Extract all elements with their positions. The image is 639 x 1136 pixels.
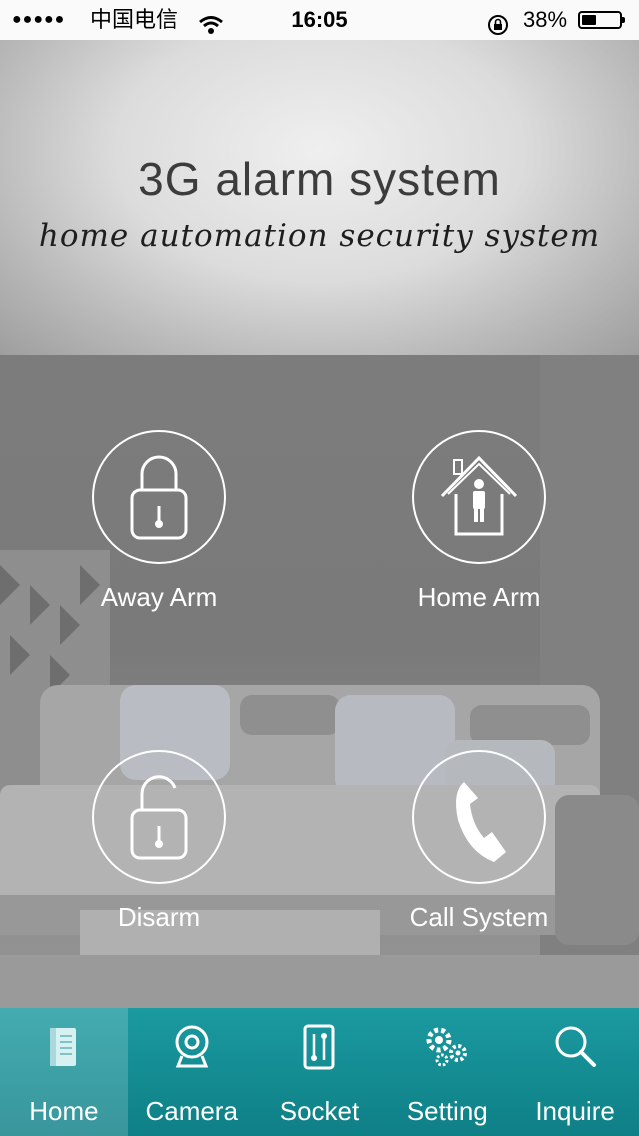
tab-inquire[interactable]: Inquire — [511, 1008, 639, 1136]
tab-home[interactable]: Home — [0, 1008, 128, 1136]
unlocked-padlock-icon — [130, 775, 188, 860]
tab-socket[interactable]: Socket — [256, 1008, 384, 1136]
tab-setting-label: Setting — [406, 1096, 488, 1126]
battery-percent: 38% — [523, 7, 568, 32]
tab-home-label: Home — [29, 1096, 99, 1126]
battery-level — [582, 15, 596, 25]
house-person-icon — [440, 455, 518, 536]
disarm-label: Disarm — [117, 902, 201, 932]
call-system-button[interactable]: Call System — [379, 750, 579, 933]
header-banner: 3G alarm system home automation security… — [0, 40, 639, 355]
app-subtitle: home automation security system — [38, 218, 601, 254]
main-panel: Away Arm Home Arm Disarm Call System — [0, 355, 639, 1008]
away-arm-circle — [92, 430, 226, 564]
home-arm-button[interactable]: Home Arm — [379, 430, 579, 613]
camera-icon — [128, 1022, 256, 1082]
disarm-circle — [92, 750, 226, 884]
magnifier-icon — [511, 1022, 639, 1082]
away-arm-label: Away Arm — [100, 582, 218, 612]
tab-inquire-label: Inquire — [535, 1096, 615, 1126]
tab-setting[interactable]: Setting — [383, 1008, 511, 1136]
disarm-button[interactable]: Disarm — [59, 750, 259, 933]
status-bar: ●●●●● 中国电信 16:05 38% — [0, 0, 639, 40]
phone-handset-icon — [456, 782, 506, 862]
tab-camera[interactable]: Camera — [128, 1008, 256, 1136]
tab-socket-label: Socket — [279, 1096, 360, 1126]
gears-icon — [383, 1022, 511, 1082]
socket-switch-icon — [256, 1022, 384, 1082]
call-system-circle — [412, 750, 546, 884]
home-arm-label: Home Arm — [417, 582, 541, 612]
tab-camera-label: Camera — [145, 1096, 238, 1126]
app-title: 3G alarm system — [138, 153, 501, 205]
away-arm-button[interactable]: Away Arm — [59, 430, 259, 613]
home-book-icon — [0, 1022, 128, 1082]
locked-padlock-icon — [130, 455, 188, 540]
home-arm-circle — [412, 430, 546, 564]
call-system-label: Call System — [409, 902, 549, 932]
battery-icon — [578, 11, 625, 29]
tab-bar: Home Camera Socket Setting Inquire — [0, 1008, 639, 1136]
